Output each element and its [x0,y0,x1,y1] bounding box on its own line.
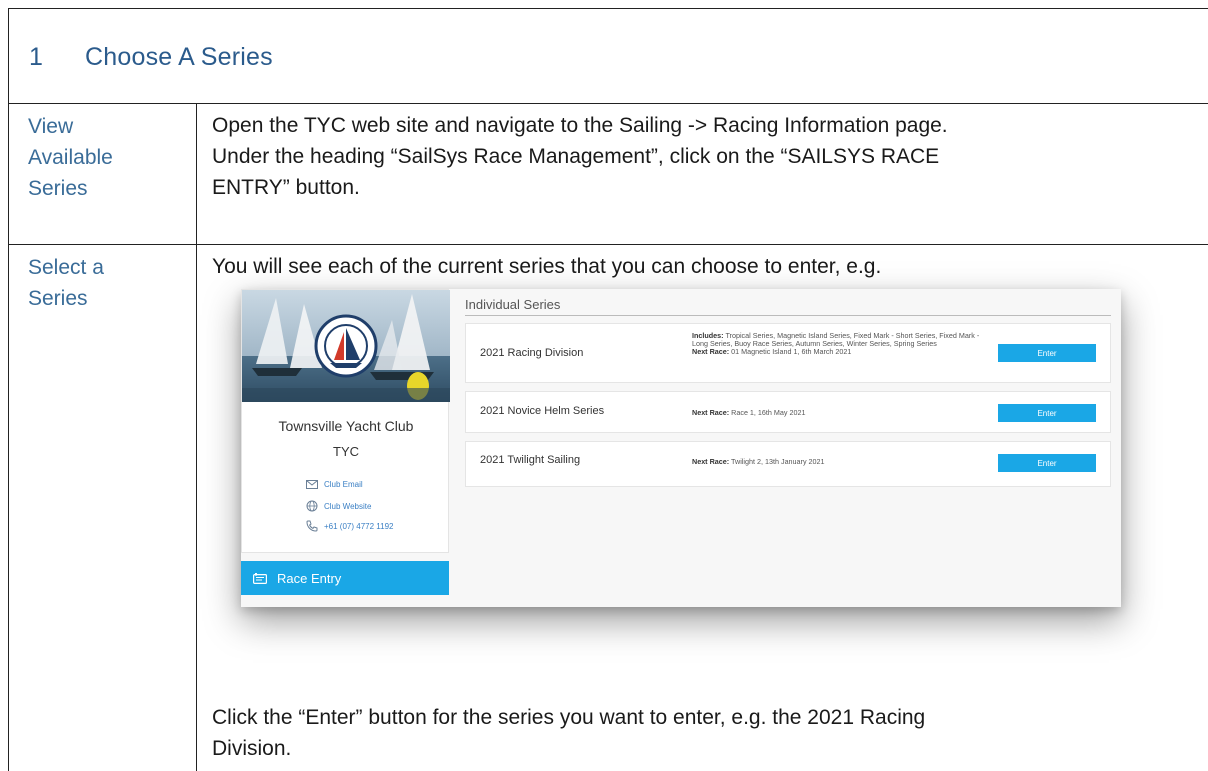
series-details: Next Race: Race 1, 16th May 2021 [692,408,994,417]
row-label-line: View [28,115,74,138]
club-sidebar: Townsville Yacht Club TYC Club Email Clu… [241,289,451,607]
section-header: 1 Choose A Series [9,9,1208,104]
document-table: 1 Choose A Series View Available Series O… [8,8,1208,771]
series-details: Includes: Tropical Series, Magnetic Isla… [692,331,994,357]
series-card-racing-division: 2021 Racing Division Includes: Tropical … [465,323,1111,383]
row-view-available-series: View Available Series Open the TYC web s… [9,104,1208,245]
heading-divider [465,315,1111,316]
next-race-text: Race 1, 16th May 2021 [731,408,806,417]
phone-icon [306,520,318,532]
race-entry-icon [253,572,267,584]
next-race-text: Twilight 2, 13th January 2021 [731,457,825,466]
row-select-a-series: Select a Series You will see each of the… [9,245,1208,771]
next-race-text: 01 Magnetic Island 1, 6th March 2021 [731,347,852,357]
row-label-cell: View Available Series [9,104,197,244]
row-label-cell: Select a Series [9,245,197,771]
club-website-label: Club Website [324,501,372,511]
next-race-label: Next Race: [692,347,730,357]
club-email-label: Club Email [324,480,363,489]
section-number: 1 [29,43,44,71]
instruction-line: Open the TYC web site and navigate to th… [212,114,948,137]
club-card: Townsville Yacht Club TYC Club Email Clu… [241,289,450,553]
club-phone-link[interactable]: +61 (07) 4772 1192 [306,520,393,532]
club-photo [242,290,450,402]
row-label-line: Select a [28,256,104,279]
sailsys-page: Townsville Yacht Club TYC Club Email Clu… [241,289,1121,607]
outro-line: Click the “Enter” button for the series … [212,706,926,729]
instruction-line: Under the heading “SailSys Race Manageme… [212,145,940,168]
row-content-cell: Open the TYC web site and navigate to th… [197,104,1208,244]
series-card-twilight-sailing: 2021 Twilight Sailing Next Race: Twiligh… [465,441,1111,487]
intro-text: You will see each of the current series … [212,255,882,278]
includes-text: Tropical Series, Magnetic Island Series,… [692,331,980,349]
enter-button-novice-helm[interactable]: Enter [998,404,1096,422]
series-card-novice-helm: 2021 Novice Helm Series Next Race: Race … [465,391,1111,433]
race-entry-label: Race Entry [277,570,342,586]
row-label-line: Available [28,146,113,169]
embedded-screenshot: Townsville Yacht Club TYC Club Email Clu… [241,289,1121,607]
envelope-icon [306,480,318,489]
individual-series-heading: Individual Series [465,297,561,312]
series-name: 2021 Novice Helm Series [480,405,605,417]
club-email-link[interactable]: Club Email [306,480,363,489]
club-abbreviation: TYC [333,444,359,459]
row-content-cell: You will see each of the current series … [197,245,1208,771]
outro-text: Click the “Enter” button for the series … [212,702,925,764]
section-title-text: Choose A Series [85,43,273,71]
section-title: 1 Choose A Series [29,43,273,72]
enter-button-twilight-sailing[interactable]: Enter [998,454,1096,472]
series-list-panel: Individual Series 2021 Racing Division I… [465,289,1121,607]
next-race-label: Next Race: [692,408,730,417]
globe-icon [306,500,318,512]
race-entry-nav-button[interactable]: Race Entry [241,561,449,595]
outro-line: Division. [212,737,292,760]
series-details: Next Race: Twilight 2, 13th January 2021 [692,457,994,466]
row-label-line: Series [28,177,88,200]
row-label-line: Series [28,287,88,310]
club-website-link[interactable]: Club Website [306,500,371,512]
series-name: 2021 Twilight Sailing [480,454,581,466]
instruction-line: ENTRY” button. [212,176,360,199]
club-name: Townsville Yacht Club [278,418,414,434]
enter-button-racing-division[interactable]: Enter [998,344,1096,362]
sailing-photo-image [242,290,450,402]
club-phone-number: +61 (07) 4772 1192 [324,521,394,531]
next-race-label: Next Race: [692,457,730,466]
series-name: 2021 Racing Division [480,347,584,359]
